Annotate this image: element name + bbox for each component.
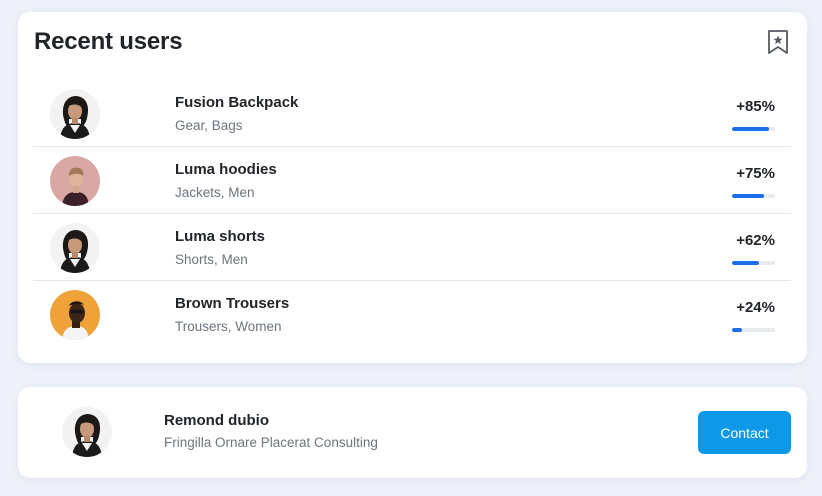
progress-fill [732,194,765,198]
card-title: Recent users [34,28,183,55]
avatar [50,89,100,139]
product-categories: Jackets, Men [175,185,255,200]
product-name[interactable]: Brown Trousers [175,295,289,312]
avatar [50,223,100,273]
product-name[interactable]: Luma hoodies [175,161,277,178]
progress-bar [732,194,775,198]
product-categories: Gear, Bags [175,118,243,133]
profile-name[interactable]: Remond dubio [164,412,269,429]
contact-button[interactable]: Contact [698,411,791,454]
avatar [50,290,100,340]
recent-users-card: Recent users Fusion Backpack Gear, Bags … [18,12,807,363]
list-item[interactable]: Luma hoodies Jackets, Men +75% [33,147,791,214]
profile-company: Fringilla Ornare Placerat Consulting [164,435,378,450]
progress-fill [732,261,759,265]
progress-bar [732,328,775,332]
progress-bar [732,127,775,131]
progress-bar [732,261,775,265]
avatar [62,407,112,457]
avatar [50,156,100,206]
percent-value: +62% [736,232,775,249]
product-categories: Shorts, Men [175,252,248,267]
percent-value: +24% [736,299,775,316]
profile-card: Remond dubio Fringilla Ornare Placerat C… [18,387,807,478]
product-name[interactable]: Luma shorts [175,228,265,245]
list-item[interactable]: Fusion Backpack Gear, Bags +85% [33,80,791,147]
list-item[interactable]: Luma shorts Shorts, Men +62% [33,214,791,281]
progress-fill [732,328,743,332]
list-item[interactable]: Brown Trousers Trousers, Women +24% [33,281,791,348]
product-categories: Trousers, Women [175,319,282,334]
user-list: Fusion Backpack Gear, Bags +85% Luma hoo… [33,80,791,348]
percent-value: +75% [736,165,775,182]
bookmark-star-icon[interactable] [767,29,789,55]
progress-fill [732,127,769,131]
percent-value: +85% [736,98,775,115]
product-name[interactable]: Fusion Backpack [175,94,298,111]
